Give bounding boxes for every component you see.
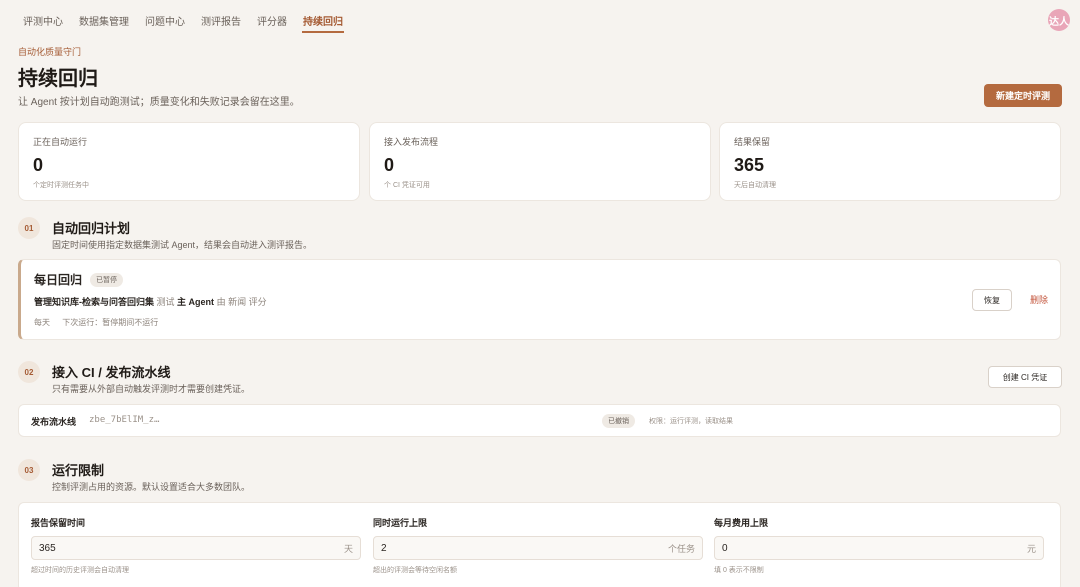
- input-value: 0: [722, 542, 728, 554]
- by-word: 由: [216, 297, 226, 307]
- schedule-name: 每日回归: [34, 273, 83, 287]
- field-hint: 填 0 表示不限制: [714, 567, 764, 574]
- delete-button[interactable]: 删除: [1030, 293, 1048, 306]
- section-desc-schedule: 固定时间使用指定数据集测试 Agent，结果会自动进入测评报告。: [52, 240, 313, 250]
- field-label: 报告保留时间: [31, 518, 86, 528]
- stat-card-retention: 结果保留 365 天后自动清理: [719, 122, 1061, 201]
- pipeline-scope: 权限：运行评测，读取结果: [649, 418, 733, 425]
- page-eyebrow: 自动化质量守门: [18, 47, 82, 57]
- top-nav: 评测中心 数据集管理 问题中心 测评报告 评分器 持续回归: [0, 0, 1080, 36]
- concurrency-limit-input[interactable]: 2 个任务: [373, 536, 703, 560]
- stat-label: 正在自动运行: [33, 137, 88, 147]
- field-hint: 超出的评测会等待空闲名额: [373, 567, 457, 574]
- section-desc-ci: 只有需要从外部自动触发评测时才需要创建凭证。: [52, 384, 251, 394]
- schedule-frequency: 每天: [34, 318, 50, 327]
- schedule-card: 每日回归 已暂停 管理知识库-检索与问答回归集 测试 主 Agent 由 新闻 …: [18, 259, 1061, 340]
- stat-label: 结果保留: [734, 137, 771, 147]
- new-scheduled-eval-button[interactable]: 新建定时评测: [984, 84, 1062, 107]
- tab-reports[interactable]: 测评报告: [200, 13, 242, 36]
- avatar[interactable]: 达人: [1048, 9, 1070, 31]
- section-number: 02: [18, 361, 40, 383]
- report-retention-input[interactable]: 365 天: [31, 536, 361, 560]
- agent-name: 主 Agent: [177, 297, 215, 307]
- page-description: 让 Agent 按计划自动跑测试；质量变化和失败记录会留在这里。: [18, 97, 300, 108]
- tab-continuous-regression[interactable]: 持续回归: [302, 13, 344, 36]
- tab-issues[interactable]: 问题中心: [144, 13, 186, 36]
- tab-graders[interactable]: 评分器: [256, 13, 288, 36]
- pipeline-label: 发布流水线: [31, 417, 77, 427]
- section-number: 03: [18, 459, 40, 481]
- stat-card-ci: 接入发布流程 0 个 CI 凭证可用: [369, 122, 711, 201]
- tab-eval-center[interactable]: 评测中心: [22, 13, 64, 36]
- schedule-meta: 每天 下次运行：暂停期间不运行: [34, 317, 168, 328]
- input-value: 2: [381, 542, 387, 554]
- monthly-budget-field: 每月费用上限 0 元 填 0 表示不限制: [714, 516, 1044, 575]
- stat-sub: 个定时评测任务中: [33, 182, 89, 189]
- test-word: 测试: [156, 297, 175, 307]
- monthly-budget-input[interactable]: 0 元: [714, 536, 1044, 560]
- input-value: 365: [39, 542, 56, 554]
- input-unit: 个任务: [667, 543, 695, 554]
- section-number: 01: [18, 217, 40, 239]
- dataset-name: 管理知识库-检索与问答回归集: [34, 297, 154, 307]
- stat-value: 0: [384, 155, 395, 175]
- stat-value: 365: [734, 155, 765, 175]
- grader-name: 新闻 评分: [228, 297, 267, 307]
- section-title-ci: 接入 CI / 发布流水线: [52, 365, 171, 380]
- revoked-badge: 已撤销: [602, 414, 635, 428]
- section-desc-limits: 控制评测占用的资源。默认设置适合大多数团队。: [52, 482, 251, 492]
- schedule-detail: 管理知识库-检索与问答回归集 测试 主 Agent 由 新闻 评分: [34, 295, 267, 308]
- next-run: 下次运行：暂停期间不运行: [62, 318, 159, 327]
- pipeline-row: 发布流水线 zbe_7bElIM_z… 已撤销 权限：运行评测，读取结果: [18, 404, 1061, 437]
- page-title: 持续回归: [18, 68, 98, 90]
- limits-card: 报告保留时间 365 天 超过时间的历史评测会自动清理 同时运行上限 2 个任务…: [18, 502, 1061, 587]
- create-ci-credential-button[interactable]: 创建 CI 凭证: [988, 366, 1062, 388]
- field-hint: 超过时间的历史评测会自动清理: [31, 567, 129, 574]
- stat-sub: 天后自动清理: [734, 182, 776, 189]
- stat-sub: 个 CI 凭证可用: [384, 182, 430, 189]
- input-unit: 元: [1026, 543, 1036, 554]
- stat-label: 接入发布流程: [384, 137, 439, 147]
- field-label: 每月费用上限: [714, 518, 769, 528]
- stat-card-auto-running: 正在自动运行 0 个定时评测任务中: [18, 122, 360, 201]
- stat-value: 0: [33, 155, 44, 175]
- status-badge: 已暂停: [90, 273, 123, 287]
- resume-button[interactable]: 恢复: [972, 289, 1012, 311]
- section-title-schedule: 自动回归计划: [52, 221, 131, 236]
- section-title-limits: 运行限制: [52, 463, 105, 478]
- field-label: 同时运行上限: [373, 518, 428, 528]
- input-unit: 天: [343, 543, 353, 554]
- pipeline-token: zbe_7bElIM_z…: [89, 415, 160, 425]
- tab-datasets[interactable]: 数据集管理: [78, 13, 130, 36]
- concurrency-limit-field: 同时运行上限 2 个任务 超出的评测会等待空闲名额: [373, 516, 703, 575]
- report-retention-field: 报告保留时间 365 天 超过时间的历史评测会自动清理: [31, 516, 361, 575]
